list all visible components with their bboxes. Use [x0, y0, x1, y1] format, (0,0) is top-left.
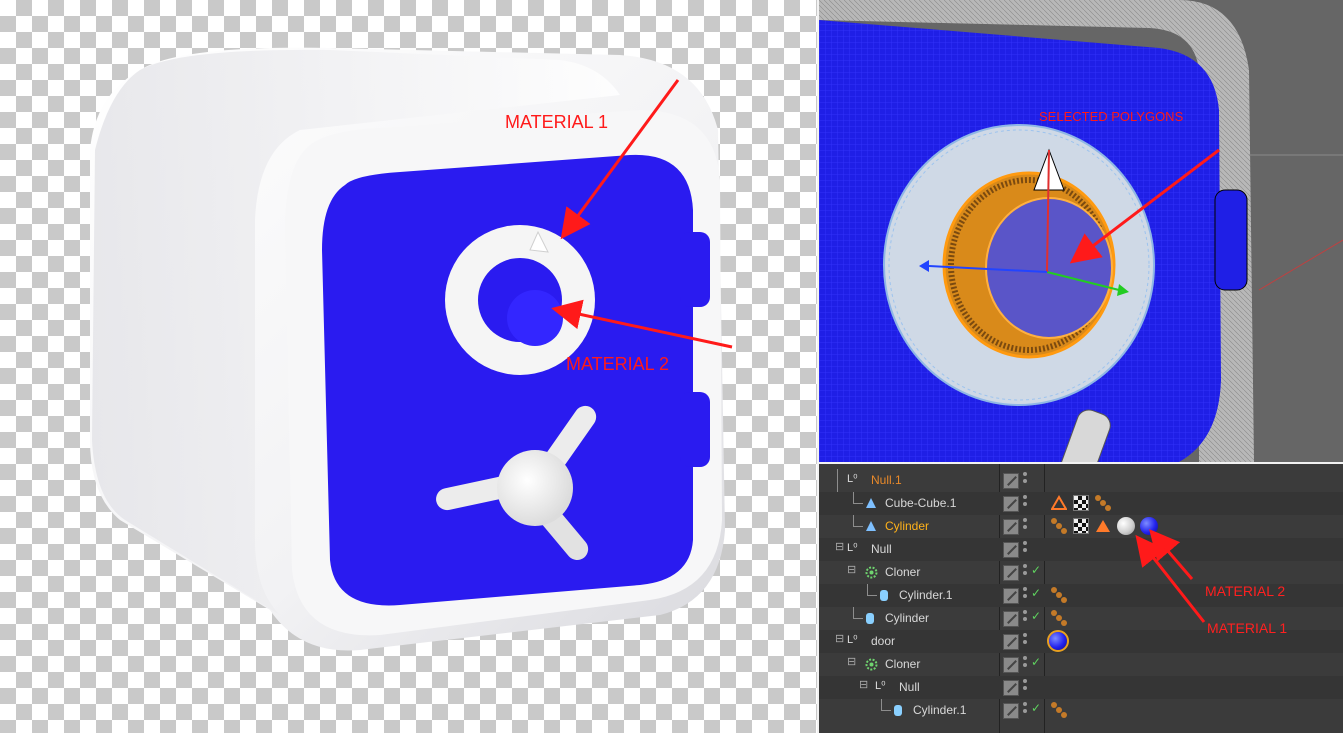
object-row-cloner-2[interactable]: ⊟ Cloner ✓ [819, 653, 1343, 676]
enabled-check-icon[interactable]: ✓ [1031, 586, 1041, 600]
object-row-cylinder-1-2[interactable]: Cylinder.1 ✓ [819, 699, 1343, 722]
visibility-toggle-icon[interactable] [1003, 519, 1019, 535]
viewport-canvas[interactable]: SELECTED POLYGONS [819, 0, 1343, 462]
collapse-icon[interactable]: ⊟ [847, 655, 859, 668]
enabled-check-icon[interactable]: ✓ [1031, 563, 1041, 577]
visibility-toggle-icon[interactable] [1003, 680, 1019, 696]
checker-texture-tag-icon[interactable] [1073, 495, 1089, 511]
visibility-toggle-icon[interactable] [1003, 542, 1019, 558]
object-row-null[interactable]: ⊟ L⁰ Null [819, 538, 1343, 561]
material-blue-ball-icon[interactable] [1047, 630, 1069, 652]
visibility-toggle-icon[interactable] [1003, 565, 1019, 581]
object-name[interactable]: Cylinder [885, 611, 929, 625]
object-name[interactable]: door [871, 634, 895, 648]
visibility-toggle-icon[interactable] [1003, 611, 1019, 627]
cloner-icon [865, 658, 878, 671]
editor-render-dots-icon[interactable] [1023, 564, 1027, 578]
cloner-icon [865, 566, 878, 579]
collapse-icon[interactable]: ⊟ [847, 563, 859, 576]
editor-render-dots-icon[interactable] [1023, 633, 1027, 647]
phong-tag-icon[interactable] [1051, 518, 1067, 534]
editor-render-dots-icon[interactable] [1023, 679, 1027, 693]
editor-render-dots-icon[interactable] [1023, 518, 1027, 532]
object-row-null-1[interactable]: L⁰ Null.1 [819, 469, 1343, 492]
object-row-cloner[interactable]: ⊟ Cloner ✓ [819, 561, 1343, 584]
collapse-icon[interactable]: ⊟ [835, 540, 847, 553]
material-cone-tag-icon[interactable] [1051, 495, 1067, 511]
object-name[interactable]: Cylinder [885, 519, 929, 533]
object-row-null-2[interactable]: ⊟ L⁰ Null [819, 676, 1343, 699]
material-cone-tag-icon[interactable] [1095, 518, 1111, 534]
visibility-toggle-icon[interactable] [1003, 657, 1019, 673]
annotation-selected-polygons: SELECTED POLYGONS [1039, 109, 1184, 124]
safe-door [322, 154, 693, 606]
editor-render-dots-icon[interactable] [1023, 702, 1027, 716]
object-name[interactable]: Null [871, 542, 892, 556]
visibility-toggle-icon[interactable] [1003, 634, 1019, 650]
visibility-toggle-icon[interactable] [1003, 703, 1019, 719]
editor-render-dots-icon[interactable] [1023, 587, 1027, 601]
visibility-toggle-icon[interactable] [1003, 588, 1019, 604]
object-name[interactable]: Cloner [885, 565, 920, 579]
phong-tag-icon[interactable] [1051, 610, 1067, 626]
object-manager[interactable]: L⁰ Null.1 Cube-Cube.1 Cylinder ⊟ L⁰ Null… [819, 464, 1343, 733]
annotation-material-2: MATERIAL 2 [1205, 583, 1286, 599]
editor-render-dots-icon[interactable] [1023, 472, 1027, 486]
phong-tag-icon[interactable] [1051, 702, 1067, 718]
enabled-check-icon[interactable]: ✓ [1031, 609, 1041, 623]
selected-polygons-cap [985, 197, 1113, 339]
material-white-ball-icon[interactable] [1117, 517, 1135, 535]
object-name[interactable]: Cylinder.1 [913, 703, 966, 717]
cylinder-icon [879, 589, 891, 601]
object-name[interactable]: Cylinder.1 [899, 588, 952, 602]
object-name[interactable]: Null [899, 680, 920, 694]
visibility-toggle-icon[interactable] [1003, 473, 1019, 489]
annotation-material-1: MATERIAL 1 [1207, 620, 1288, 636]
null-icon: L⁰ [875, 680, 886, 692]
annotation-material-1: MATERIAL 1 [505, 112, 608, 132]
collapse-icon[interactable]: ⊟ [835, 632, 847, 645]
checker-texture-tag-icon[interactable] [1073, 518, 1089, 534]
editor-render-dots-icon[interactable] [1023, 656, 1027, 670]
hinge-bottom [680, 392, 710, 467]
render-preview-panel: MATERIAL 1 MATERIAL 2 [0, 0, 817, 733]
material-blue-ball-icon[interactable] [1140, 517, 1158, 535]
visibility-toggle-icon[interactable] [1003, 496, 1019, 512]
cylinder-icon [865, 612, 877, 624]
object-name[interactable]: Cloner [885, 657, 920, 671]
polygon-object-icon [865, 497, 877, 509]
null-icon: L⁰ [847, 634, 858, 646]
polygon-object-icon [865, 520, 877, 532]
3d-viewport-panel[interactable]: SELECTED POLYGONS [819, 0, 1343, 462]
hinge-top [680, 232, 710, 307]
null-icon: L⁰ [847, 473, 858, 485]
phong-tag-icon[interactable] [1095, 495, 1111, 511]
object-name[interactable]: Null.1 [871, 473, 902, 487]
cylinder-icon [893, 704, 905, 716]
object-row-cube-cube-1[interactable]: Cube-Cube.1 [819, 492, 1343, 515]
editor-render-dots-icon[interactable] [1023, 541, 1027, 555]
object-row-cylinder-active[interactable]: Cylinder [819, 515, 1343, 538]
object-name[interactable]: Cube-Cube.1 [885, 496, 956, 510]
safe-render: MATERIAL 1 MATERIAL 2 [90, 47, 733, 651]
dial-knob [507, 290, 563, 346]
collapse-icon[interactable]: ⊟ [859, 678, 871, 691]
enabled-check-icon[interactable]: ✓ [1031, 655, 1041, 669]
editor-render-dots-icon[interactable] [1023, 610, 1027, 624]
editor-render-dots-icon[interactable] [1023, 495, 1027, 509]
phong-tag-icon[interactable] [1051, 587, 1067, 603]
null-icon: L⁰ [847, 542, 858, 554]
enabled-check-icon[interactable]: ✓ [1031, 701, 1041, 715]
annotation-material-2: MATERIAL 2 [566, 354, 669, 374]
